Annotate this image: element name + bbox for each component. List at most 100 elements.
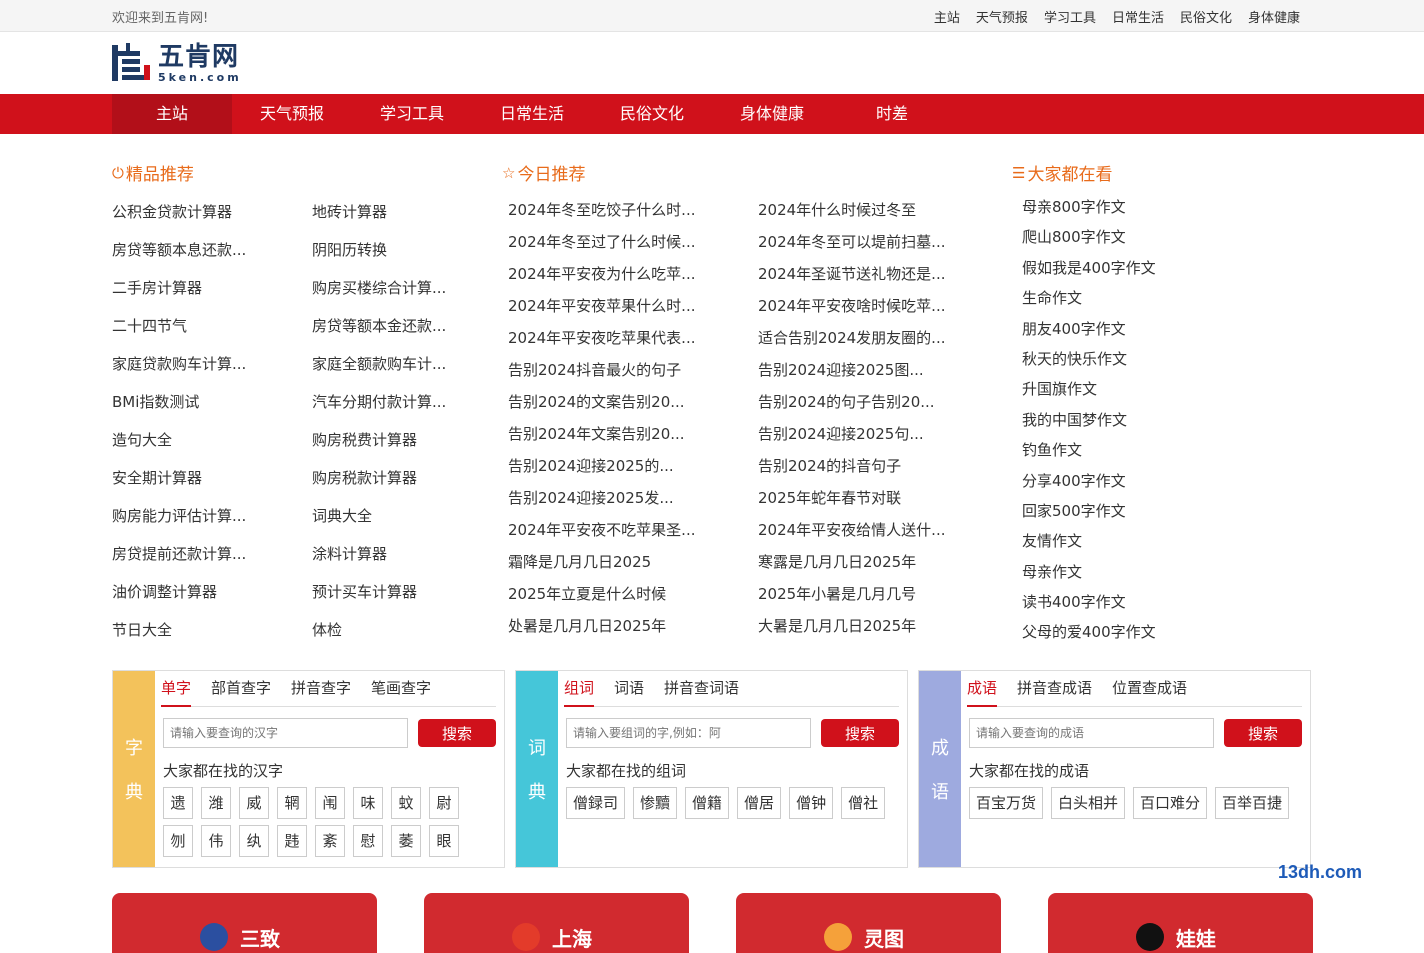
hot-chip[interactable]: 白头相并 [1051,787,1126,819]
top-link-study[interactable]: 学习工具 [1044,7,1096,26]
hot-chip[interactable]: 萎 [391,825,421,857]
jingpin-link[interactable]: 购房税费计算器 [312,430,492,468]
dajia-link[interactable]: 父母的爱400字作文 [1022,622,1156,652]
dajia-link[interactable]: 生命作文 [1022,288,1156,318]
jinri-link[interactable]: 霜降是几月几日2025 [508,552,758,584]
jinri-link[interactable]: 告别2024的抖音句子 [758,456,968,488]
jinri-link[interactable]: 2024年平安夜苹果什么时... [508,296,758,328]
dajia-link[interactable]: 回家500字作文 [1022,501,1156,531]
top-link-health[interactable]: 身体健康 [1248,7,1300,26]
hot-chip[interactable]: 味 [353,787,383,819]
jinri-link[interactable]: 告别2024的句子告别20... [758,392,968,424]
dajia-link[interactable]: 友情作文 [1022,531,1156,561]
jinri-link[interactable]: 2024年平安夜为什么吃苹... [508,264,758,296]
jingpin-link[interactable]: 安全期计算器 [112,468,312,506]
dajia-link[interactable]: 朋友400字作文 [1022,319,1156,349]
hot-chip[interactable]: 遗 [163,787,193,819]
jingpin-link[interactable]: 词典大全 [312,506,492,544]
hot-chip[interactable]: 百举百捷 [1215,787,1290,819]
jinri-link[interactable]: 2024年平安夜给情人送什... [758,520,968,552]
city-card[interactable]: 三致 [112,893,377,953]
jingpin-link[interactable]: 汽车分期付款计算... [312,392,492,430]
jingpin-link[interactable]: 购房税款计算器 [312,468,492,506]
jinri-link[interactable]: 2024年平安夜吃苹果代表... [508,328,758,360]
jingpin-link[interactable]: 购房买楼综合计算... [312,278,492,316]
tab-cidian-2[interactable]: 拼音查词语 [664,671,739,707]
jinri-link[interactable]: 告别2024年文案告别20... [508,424,758,456]
dajia-link[interactable]: 爬山800字作文 [1022,227,1156,257]
jinri-link[interactable]: 2024年圣诞节送礼物还是... [758,264,968,296]
jinri-link[interactable]: 寒露是几月几日2025年 [758,552,968,584]
zidian-search-button[interactable]: 搜索 [418,719,496,747]
dajia-link[interactable]: 母亲800字作文 [1022,197,1156,227]
hot-chip[interactable]: 潍 [201,787,231,819]
jinri-link[interactable]: 2024年冬至吃饺子什么时... [508,200,758,232]
dajia-link[interactable]: 母亲作文 [1022,562,1156,592]
hot-chip[interactable]: 眼 [429,825,459,857]
jinri-link[interactable]: 2024年平安夜不吃苹果圣... [508,520,758,552]
hot-chip[interactable]: 威 [239,787,269,819]
top-link-weather[interactable]: 天气预报 [976,7,1028,26]
jingpin-link[interactable]: 地砖计算器 [312,202,492,240]
hot-chip[interactable]: 僧籍 [685,787,730,819]
jinri-link[interactable]: 告别2024的文案告别20... [508,392,758,424]
hot-chip[interactable]: 百宝万货 [969,787,1044,819]
cidian-search-button[interactable]: 搜索 [821,719,899,747]
tab-zidian-1[interactable]: 部首查字 [211,671,271,707]
jinri-link[interactable]: 告别2024迎接2025的... [508,456,758,488]
hot-chip[interactable]: 韪 [277,825,307,857]
jingpin-link[interactable]: 公积金贷款计算器 [112,202,312,240]
jinri-link[interactable]: 2025年小暑是几月几号 [758,584,968,616]
hot-chip[interactable]: 伟 [201,825,231,857]
top-link-folk[interactable]: 民俗文化 [1180,7,1232,26]
jingpin-link[interactable]: 房贷等额本金还款... [312,316,492,354]
nav-item-main[interactable]: 主站 [112,94,232,134]
nav-item-study[interactable]: 学习工具 [352,94,472,134]
jingpin-link[interactable]: 房贷提前还款计算... [112,544,312,582]
jinri-link[interactable]: 2024年什么时候过冬至 [758,200,968,232]
hot-chip[interactable]: 僧社 [841,787,886,819]
dajia-link[interactable]: 分享400字作文 [1022,471,1156,501]
dajia-link[interactable]: 秋天的快乐作文 [1022,349,1156,379]
jingpin-link[interactable]: 购房能力评估计算... [112,506,312,544]
tab-chengyu-2[interactable]: 位置查成语 [1112,671,1187,707]
hot-chip[interactable]: 刎 [163,825,193,857]
nav-item-life[interactable]: 日常生活 [472,94,592,134]
hot-chip[interactable]: 纨 [239,825,269,857]
dajia-link[interactable]: 读书400字作文 [1022,592,1156,622]
jinri-link[interactable]: 处暑是几月几日2025年 [508,616,758,648]
dajia-link[interactable]: 升国旗作文 [1022,379,1156,409]
jinri-link[interactable]: 大暑是几月几日2025年 [758,616,968,648]
tab-zidian-0[interactable]: 单字 [161,671,192,707]
nav-item-folk[interactable]: 民俗文化 [592,94,712,134]
tab-cidian-0[interactable]: 组词 [564,671,595,707]
city-card[interactable]: 上海 [424,893,689,953]
jingpin-link[interactable]: 家庭全额款购车计... [312,354,492,392]
chengyu-search-input[interactable] [969,718,1214,748]
hot-chip[interactable]: 百口难分 [1133,787,1208,819]
jingpin-link[interactable]: 涂料计算器 [312,544,492,582]
hot-chip[interactable]: 蚊 [391,787,421,819]
jingpin-link[interactable]: 造句大全 [112,430,312,468]
hot-chip[interactable]: 辋 [277,787,307,819]
jingpin-link[interactable]: 家庭贷款购车计算... [112,354,312,392]
tab-chengyu-1[interactable]: 拼音查成语 [1017,671,1092,707]
nav-item-health[interactable]: 身体健康 [712,94,832,134]
jinri-link[interactable]: 告别2024迎接2025发... [508,488,758,520]
jinri-link[interactable]: 2024年冬至可以堤前扫墓... [758,232,968,264]
chengyu-search-button[interactable]: 搜索 [1224,719,1302,747]
dajia-link[interactable]: 假如我是400字作文 [1022,258,1156,288]
nav-item-timezone[interactable]: 时差 [832,94,952,134]
hot-chip[interactable]: 慰 [353,825,383,857]
site-logo[interactable]: 五肯网 5ken.com [112,43,242,83]
jinri-link[interactable]: 2024年冬至过了什么时候... [508,232,758,264]
jinri-link[interactable]: 告别2024迎接2025句... [758,424,968,456]
jingpin-link[interactable]: BMi指数测试 [112,392,312,430]
jingpin-link[interactable]: 二十四节气 [112,316,312,354]
tab-chengyu-0[interactable]: 成语 [967,671,998,707]
hot-chip[interactable]: 紊 [315,825,345,857]
city-card[interactable]: 娃娃 [1048,893,1313,953]
city-card[interactable]: 灵图 [736,893,1001,953]
hot-chip[interactable]: 僧钟 [789,787,834,819]
jinri-link[interactable]: 适合告别2024发朋友圈的... [758,328,968,360]
